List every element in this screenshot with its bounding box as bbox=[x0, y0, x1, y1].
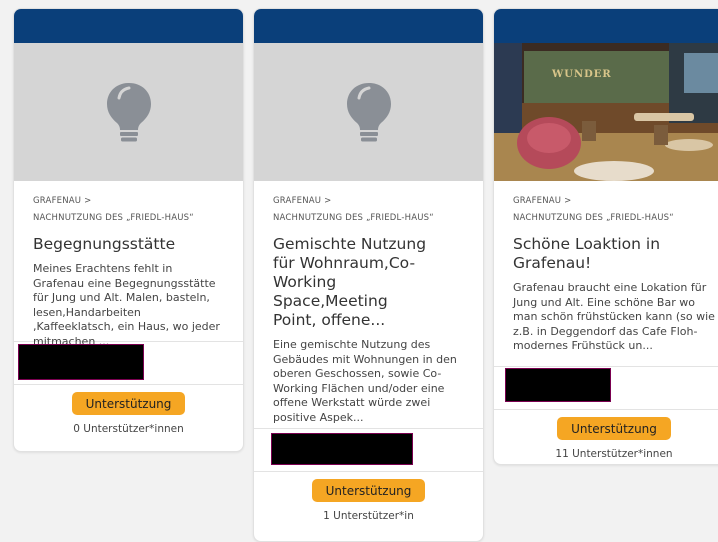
idea-card-1[interactable]: GRAFENAU > NACHNUTZUNG DES „FRIEDL-HAUS“… bbox=[13, 8, 244, 452]
redacted-author bbox=[271, 433, 413, 465]
breadcrumb-project[interactable]: NACHNUTZUNG DES „FRIEDL-HAUS“ bbox=[273, 210, 464, 227]
card-image-placeholder bbox=[254, 43, 483, 181]
lightbulb-icon bbox=[346, 83, 391, 142]
card-header-bar bbox=[14, 9, 243, 43]
author-row bbox=[254, 429, 483, 471]
card-header-bar bbox=[254, 9, 483, 43]
supporter-count: 1 Unterstützer*in bbox=[323, 510, 414, 522]
idea-excerpt: Grafenau braucht eine Lokation für Jung … bbox=[513, 281, 715, 352]
supporter-count: 0 Unterstützer*innen bbox=[73, 423, 184, 435]
breadcrumb-location[interactable]: GRAFENAU > bbox=[513, 193, 715, 210]
supporter-count: 11 Unterstützer*innen bbox=[555, 448, 673, 460]
breadcrumb-location[interactable]: GRAFENAU > bbox=[33, 193, 224, 210]
author-row bbox=[14, 342, 243, 384]
card-image-placeholder bbox=[14, 43, 243, 181]
cafe-sign-text: WUNDER bbox=[552, 69, 612, 80]
idea-title[interactable]: Schöne Loaktion in Grafenau! bbox=[513, 235, 715, 273]
idea-excerpt: Eine gemischte Nutzung des Gebäudes mit … bbox=[273, 338, 457, 424]
support-button[interactable]: Unterstützung bbox=[557, 417, 671, 440]
support-button[interactable]: Unterstützung bbox=[71, 392, 186, 415]
cafe-interior-image bbox=[494, 43, 718, 181]
breadcrumb-project[interactable]: NACHNUTZUNG DES „FRIEDL-HAUS“ bbox=[33, 210, 224, 227]
idea-title[interactable]: Gemischte Nutzung für Wohnraum,Co-Workin… bbox=[273, 235, 464, 330]
idea-title[interactable]: Begegnungsstätte bbox=[33, 235, 224, 254]
idea-card-3[interactable]: WUNDER GRAFENAU > NACHNUTZUNG DES „FRIED… bbox=[493, 8, 718, 465]
idea-card-2[interactable]: GRAFENAU > NACHNUTZUNG DES „FRIEDL-HAUS“… bbox=[253, 8, 484, 542]
breadcrumb-location[interactable]: GRAFENAU > bbox=[273, 193, 464, 210]
redacted-author bbox=[18, 344, 144, 380]
lightbulb-icon bbox=[106, 83, 151, 142]
author-row bbox=[494, 367, 718, 409]
breadcrumb-project[interactable]: NACHNUTZUNG DES „FRIEDL-HAUS“ bbox=[513, 210, 715, 227]
card-header-bar bbox=[494, 9, 718, 43]
cafe-photo: WUNDER bbox=[494, 43, 718, 181]
redacted-author bbox=[505, 368, 611, 402]
idea-excerpt: Meines Erachtens fehlt in Grafenau eine … bbox=[33, 262, 220, 348]
support-button[interactable]: Unterstützung bbox=[311, 479, 426, 502]
